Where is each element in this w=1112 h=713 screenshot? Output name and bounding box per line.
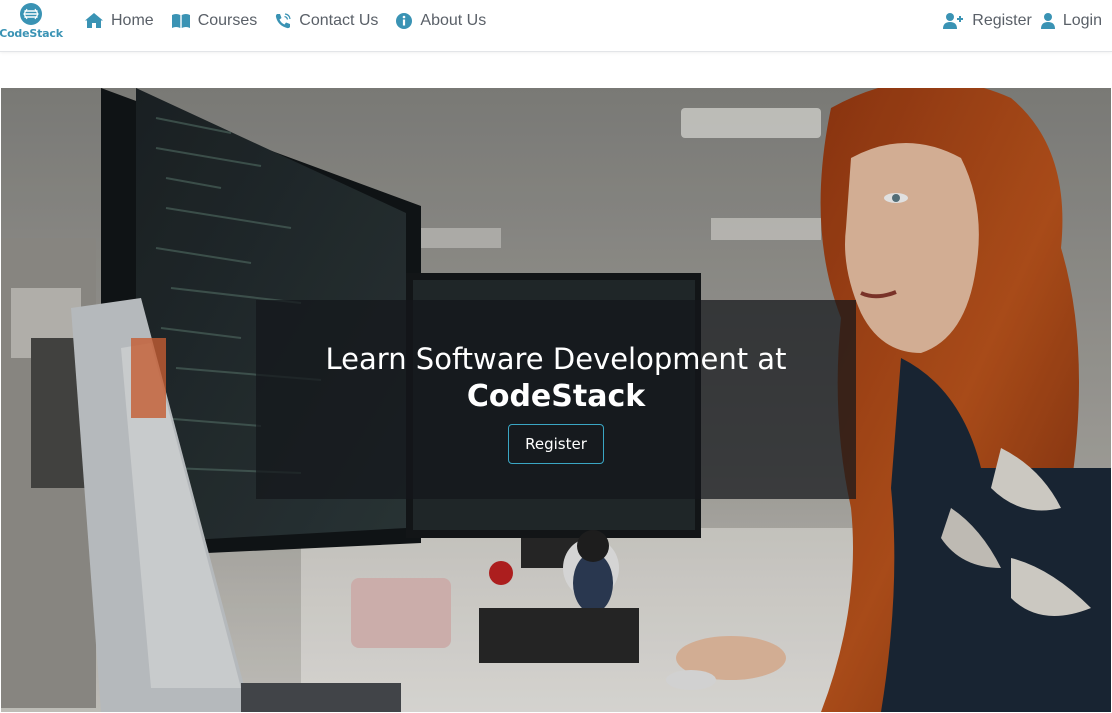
info-icon xyxy=(396,12,413,29)
nav-home[interactable]: Home xyxy=(82,12,162,30)
nav-home-label: Home xyxy=(111,11,154,29)
primary-nav: Home Courses Contact Us About Us xyxy=(82,0,501,41)
hero-register-button[interactable]: Register xyxy=(508,424,604,464)
nav-register[interactable]: Register xyxy=(941,12,1032,30)
home-icon xyxy=(85,13,103,28)
brand-logo-link[interactable]: CodeStack xyxy=(0,2,63,42)
nav-login[interactable]: Login xyxy=(1038,12,1102,30)
user-icon xyxy=(1040,12,1055,29)
nav-courses[interactable]: Courses xyxy=(169,12,266,30)
user-plus-icon xyxy=(943,12,964,29)
hero-title: Learn Software Development at xyxy=(325,342,787,376)
codestack-logo-icon xyxy=(20,3,42,25)
phone-icon xyxy=(276,12,291,28)
hero-overlay: Learn Software Development at CodeStack … xyxy=(256,300,856,499)
hero-section: Learn Software Development at CodeStack … xyxy=(1,88,1111,712)
nav-contact-label: Contact Us xyxy=(299,11,379,29)
nav-about[interactable]: About Us xyxy=(393,12,494,30)
brand-name: CodeStack xyxy=(0,27,63,40)
book-icon xyxy=(171,13,190,28)
nav-contact[interactable]: Contact Us xyxy=(272,12,386,30)
navbar: CodeStack Home Courses Contact Us About … xyxy=(0,0,1112,52)
nav-register-label: Register xyxy=(972,11,1032,29)
nav-about-label: About Us xyxy=(420,11,487,29)
hero-brand-name: CodeStack xyxy=(466,379,646,414)
nav-courses-label: Courses xyxy=(197,11,258,29)
account-nav: Register Login xyxy=(935,0,1102,41)
nav-login-label: Login xyxy=(1062,11,1102,29)
